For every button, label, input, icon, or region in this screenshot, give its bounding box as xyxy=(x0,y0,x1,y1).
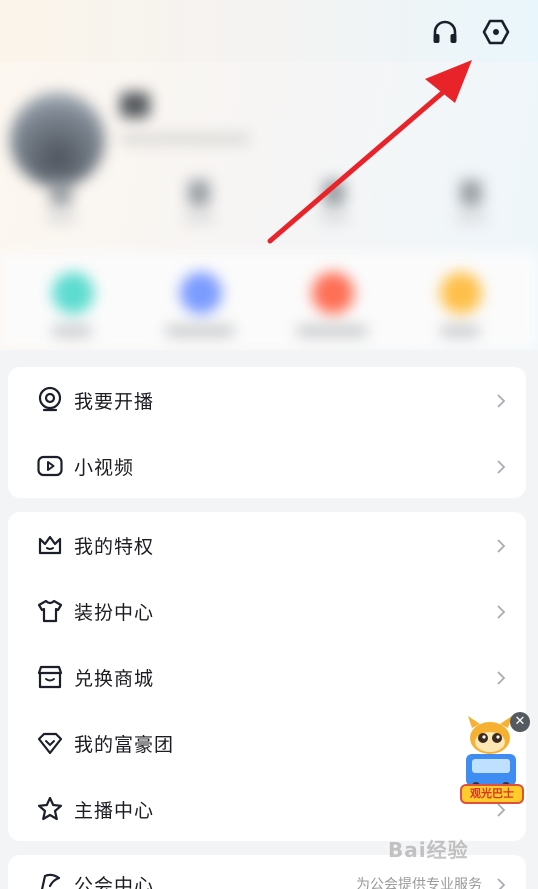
menu-item-short-video[interactable]: 小视频 xyxy=(8,433,526,498)
chevron-right-icon xyxy=(496,670,506,685)
store-icon xyxy=(35,662,65,692)
floating-promo-widget[interactable]: ✕ 观光巴士 xyxy=(458,712,532,808)
watermark: Bai经验 xyxy=(388,838,469,862)
tshirt-icon xyxy=(35,596,65,626)
video-play-icon xyxy=(35,451,65,481)
menu-item-label: 装扮中心 xyxy=(74,601,155,624)
crown-icon xyxy=(35,530,65,560)
menu-item-dressup-center[interactable]: 装扮中心 xyxy=(8,578,526,644)
menu-item-label: 我的富豪团 xyxy=(74,733,175,756)
menu-item-anchor-center[interactable]: 主播中心 xyxy=(8,776,526,841)
promo-label: 观光巴士 xyxy=(460,784,524,804)
menu-item-label: 我要开播 xyxy=(74,390,155,413)
chevron-right-icon xyxy=(496,393,506,408)
menu-group-live: 我要开播 小视频 xyxy=(8,367,526,498)
chevron-right-icon xyxy=(496,877,506,889)
menu-item-label: 我的特权 xyxy=(74,535,155,558)
menu-item-label: 兑换商城 xyxy=(74,667,155,690)
menu-item-label: 主播中心 xyxy=(74,799,155,822)
menu-item-rich-club[interactable]: 我的富豪团 xyxy=(8,710,526,776)
menu-item-description: 为公会提供专业服务 xyxy=(356,877,482,889)
menu-item-start-live[interactable]: 我要开播 xyxy=(8,367,526,433)
menu-item-label: 公会中心 xyxy=(74,874,155,889)
menu-group-features: 我的特权 装扮中心 兑换商城 我的富豪团 主播中心 xyxy=(8,512,526,841)
close-icon[interactable]: ✕ xyxy=(510,712,530,732)
live-broadcast-icon xyxy=(35,385,65,415)
chevron-right-icon xyxy=(496,538,506,553)
star-icon xyxy=(35,794,65,824)
chevron-right-icon xyxy=(496,459,506,474)
diamond-icon xyxy=(35,728,65,758)
menu-item-privileges[interactable]: 我的特权 xyxy=(8,512,526,578)
flag-icon xyxy=(35,869,65,889)
red-annotation-arrow xyxy=(267,60,472,244)
menu-item-exchange-store[interactable]: 兑换商城 xyxy=(8,644,526,710)
profile-header xyxy=(0,0,538,350)
chevron-right-icon xyxy=(496,604,506,619)
menu-item-label: 小视频 xyxy=(74,456,135,479)
